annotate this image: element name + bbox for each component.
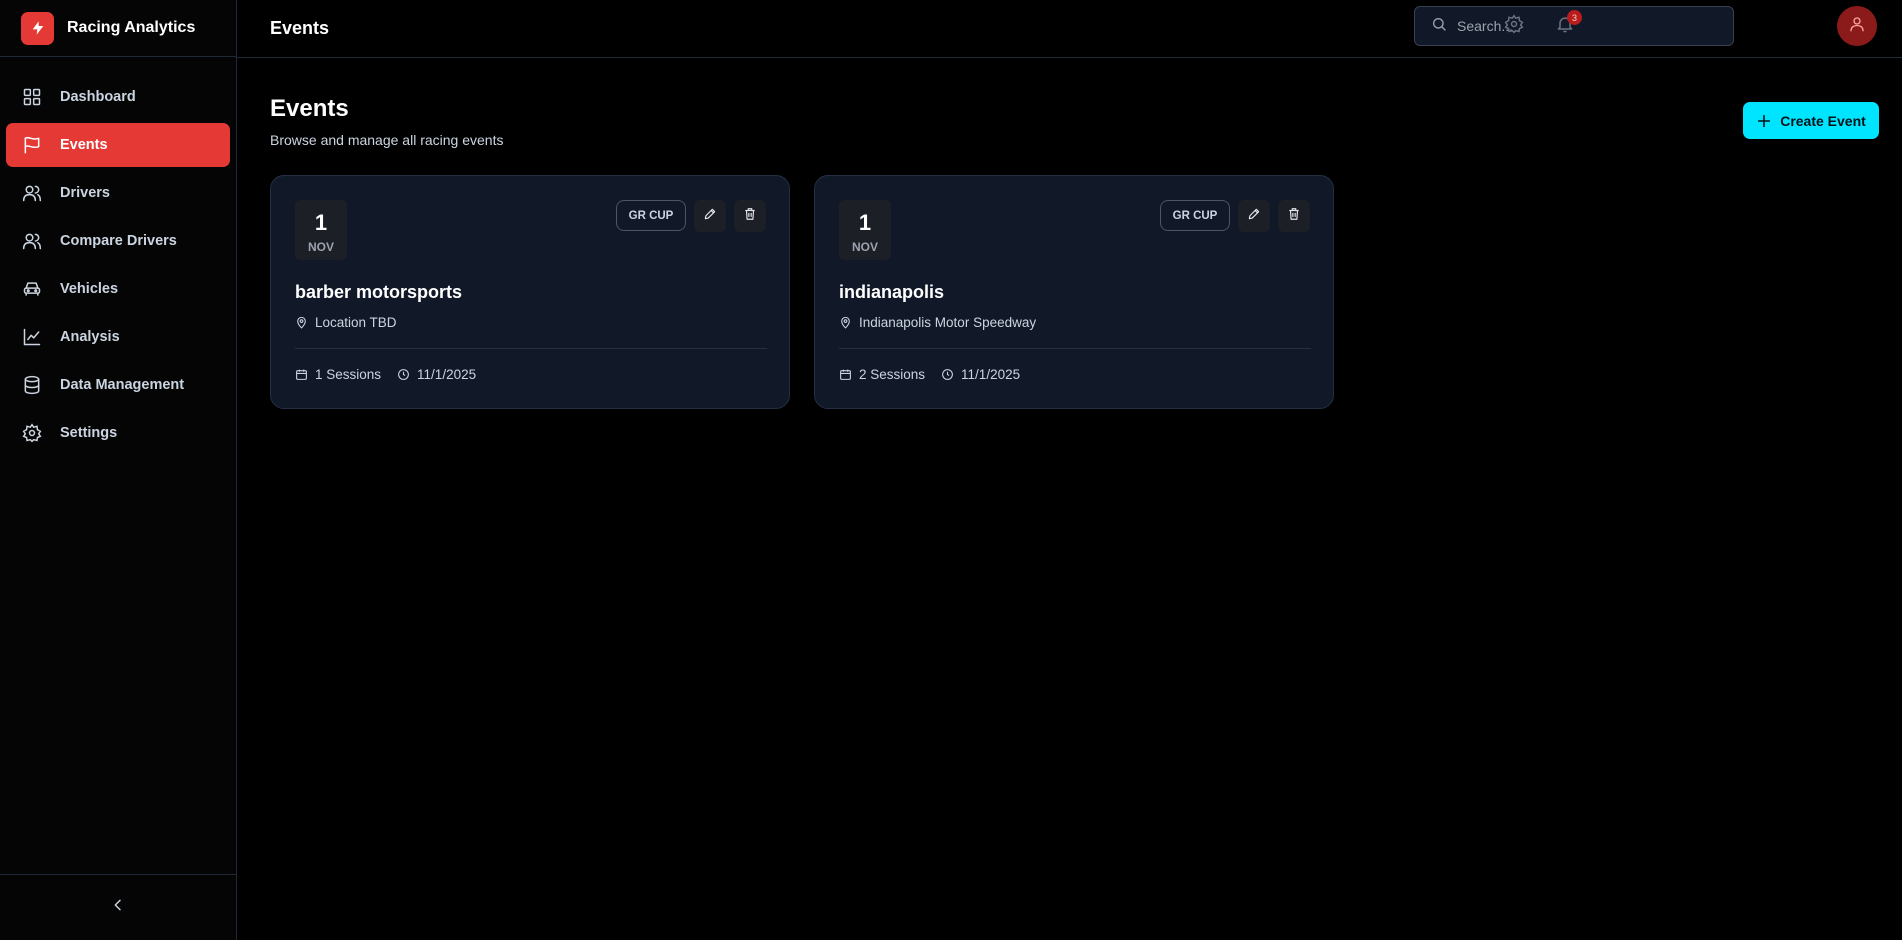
calendar-icon (295, 368, 308, 381)
topbar-title: Events (270, 18, 330, 38)
users-icon (21, 230, 43, 252)
notification-badge: 3 (1567, 10, 1582, 25)
event-card[interactable]: 1 NOV GR CUP barber motorsports Location… (270, 175, 790, 409)
event-series-tag: GR CUP (616, 200, 686, 231)
trending-up-icon (21, 326, 43, 348)
topbar: Events 3 (237, 0, 1902, 58)
map-pin-icon (839, 316, 852, 329)
event-date-box: 1 NOV (839, 200, 891, 260)
gear-icon (21, 422, 43, 444)
edit-event-button[interactable] (694, 200, 726, 232)
users-icon (21, 182, 43, 204)
sidebar-collapse-button[interactable] (0, 874, 236, 940)
pencil-icon (703, 207, 717, 226)
event-meta: 1 Sessions 11/1/2025 (295, 367, 476, 382)
lightning-bolt-icon (21, 11, 54, 45)
grid-icon (21, 86, 43, 108)
user-icon (1848, 15, 1866, 38)
event-day: 1 (314, 210, 328, 235)
flag-icon (21, 134, 43, 156)
sidebar-item-events[interactable]: Events (6, 123, 230, 167)
sidebar-item-dashboard[interactable]: Dashboard (6, 75, 230, 119)
trash-icon (743, 207, 757, 226)
event-date-box: 1 NOV (295, 200, 347, 260)
event-meta: 2 Sessions 11/1/2025 (839, 367, 1020, 382)
clock-icon (397, 368, 410, 381)
sidebar-item-settings[interactable]: Settings (6, 411, 230, 455)
sidebar-item-vehicles[interactable]: Vehicles (6, 267, 230, 311)
trash-icon (1287, 207, 1301, 226)
settings-button[interactable] (1502, 13, 1526, 39)
page-title: Events (270, 95, 349, 122)
card-divider (295, 348, 767, 349)
clock-icon (941, 368, 954, 381)
sidebar-item-label: Dashboard (60, 89, 136, 105)
create-event-label: Create Event (1780, 112, 1866, 129)
event-month: NOV (851, 240, 878, 254)
event-location: Indianapolis Motor Speedway (839, 315, 1036, 330)
brand[interactable]: Racing Analytics (0, 0, 236, 57)
sidebar-item-label: Compare Drivers (60, 233, 177, 249)
event-card[interactable]: 1 NOV GR CUP indianapolis Indianapolis M… (814, 175, 1334, 409)
create-event-button[interactable]: Create Event (1743, 102, 1879, 139)
database-icon (21, 374, 43, 396)
plus-icon (1756, 113, 1772, 129)
sidebar-item-label: Events (60, 137, 108, 153)
sidebar-item-label: Data Management (60, 377, 185, 393)
sidebar-item-drivers[interactable]: Drivers (6, 171, 230, 215)
app-root: Racing Analytics Dashboard Events Driver… (0, 0, 1902, 940)
event-location: Location TBD (295, 315, 397, 330)
event-sessions: 2 Sessions (859, 367, 926, 382)
main-content: Events Browse and manage all racing even… (237, 58, 1902, 940)
event-sessions: 1 Sessions (315, 367, 382, 382)
sidebar-item-compare-drivers[interactable]: Compare Drivers (6, 219, 230, 263)
notifications-button[interactable]: 3 (1553, 10, 1582, 38)
event-name: barber motorsports (295, 282, 463, 302)
event-series-tag: GR CUP (1160, 200, 1230, 231)
avatar[interactable] (1837, 6, 1877, 46)
map-pin-icon (295, 316, 308, 329)
event-location-text: Indianapolis Motor Speedway (859, 315, 1037, 330)
edit-event-button[interactable] (1238, 200, 1270, 232)
car-icon (21, 278, 43, 300)
event-month: NOV (307, 240, 334, 254)
calendar-icon (839, 368, 852, 381)
event-date: 11/1/2025 (961, 367, 1021, 382)
sidebar-item-label: Settings (60, 425, 118, 441)
pencil-icon (1247, 207, 1261, 226)
event-day: 1 (858, 210, 872, 235)
event-date: 11/1/2025 (417, 367, 477, 382)
delete-event-button[interactable] (1278, 200, 1310, 232)
page-subtitle: Browse and manage all racing events (270, 132, 504, 148)
event-name: indianapolis (839, 282, 945, 302)
sidebar-item-analysis[interactable]: Analysis (6, 315, 230, 359)
card-divider (839, 348, 1311, 349)
sidebar-item-label: Vehicles (60, 281, 119, 297)
event-location-text: Location TBD (315, 315, 397, 330)
chevron-left-icon (110, 897, 126, 918)
search-input[interactable] (1457, 18, 1717, 34)
sidebar-item-data-management[interactable]: Data Management (6, 363, 230, 407)
sidebar-nav: Dashboard Events Drivers Compare Drivers (0, 57, 236, 455)
search-icon (1431, 16, 1447, 37)
sidebar: Racing Analytics Dashboard Events Driver… (0, 0, 237, 940)
sidebar-item-label: Drivers (60, 185, 110, 201)
app-title: Racing Analytics (67, 19, 196, 36)
delete-event-button[interactable] (734, 200, 766, 232)
sidebar-item-label: Analysis (60, 329, 120, 345)
gear-icon (1504, 13, 1524, 39)
